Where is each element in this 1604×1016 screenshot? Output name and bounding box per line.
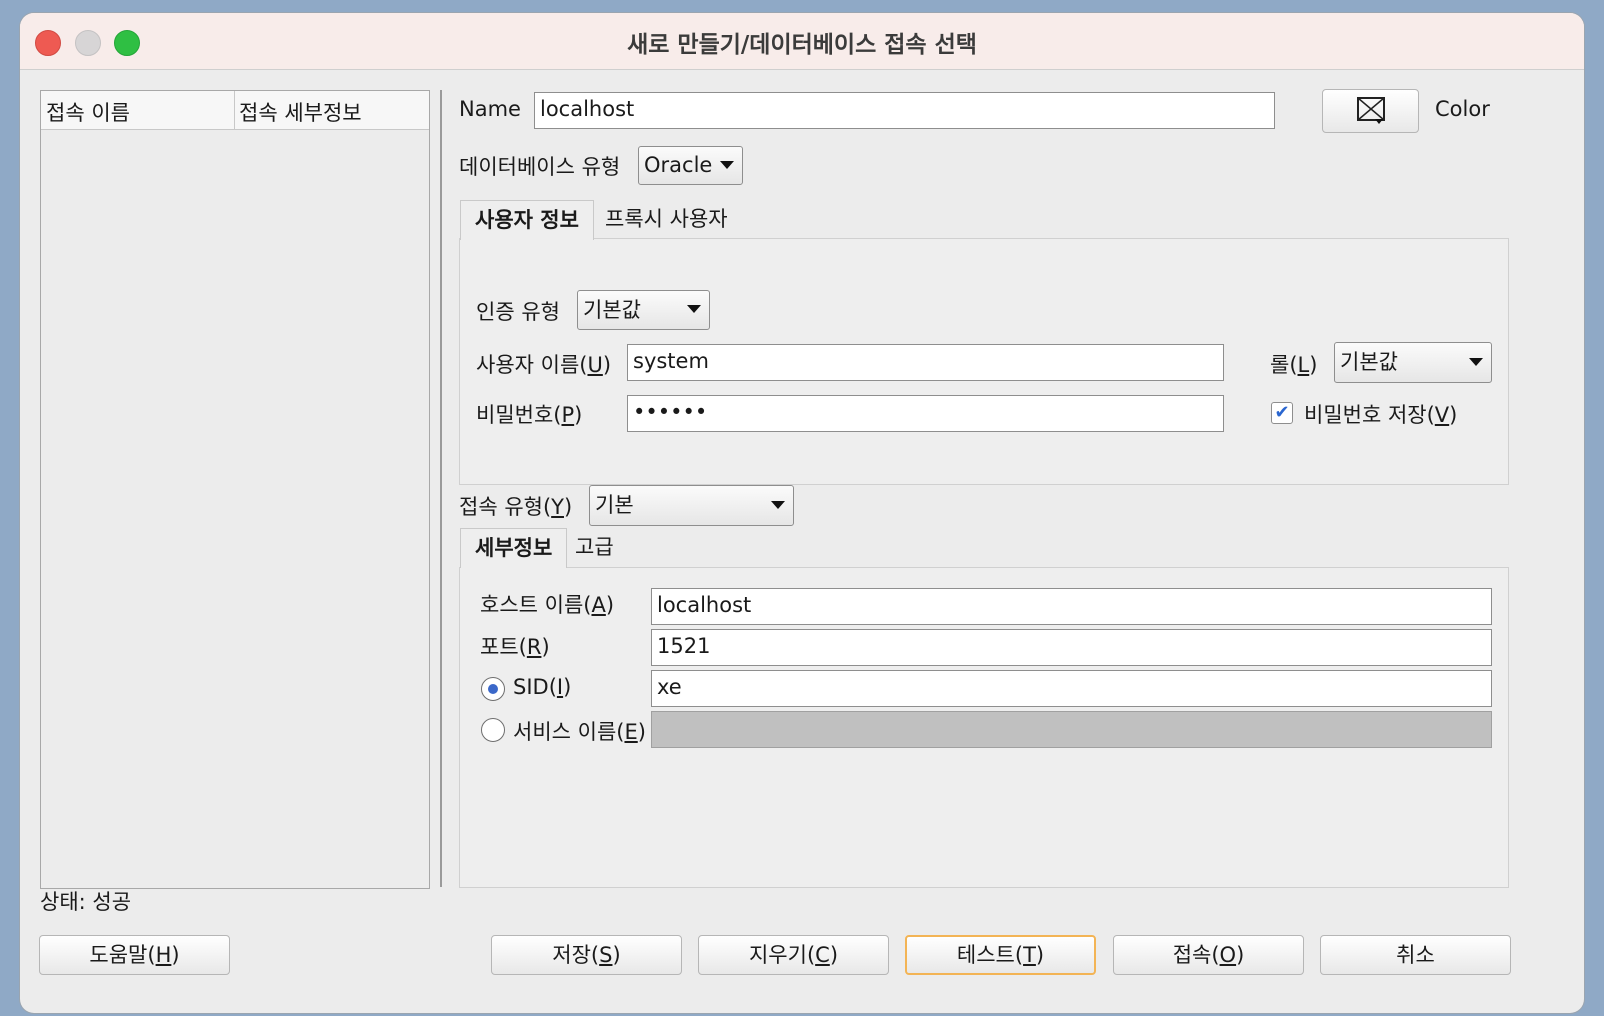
username-label: 사용자 이름(U) — [476, 353, 612, 377]
test-button[interactable]: 테스트(T) — [905, 935, 1096, 975]
sid-input[interactable]: xe — [651, 670, 1492, 707]
save-password-checkbox[interactable]: ✔ — [1271, 402, 1293, 424]
tab-proxy-user[interactable]: 프록시 사용자 — [591, 200, 742, 240]
password-label: 비밀번호(P) — [476, 403, 583, 427]
clear-button[interactable]: 지우기(C) — [698, 935, 889, 975]
chevron-down-icon — [720, 161, 734, 169]
save-password-label: 비밀번호 저장(V) — [1304, 403, 1458, 427]
host-input[interactable]: localhost — [651, 588, 1492, 625]
color-picker-icon — [1356, 97, 1385, 124]
title-bar[interactable]: 새로 만들기/데이터베이스 접속 선택 — [20, 13, 1584, 70]
port-input[interactable]: 1521 — [651, 629, 1492, 666]
color-button[interactable] — [1322, 89, 1419, 133]
dialog-window: 새로 만들기/데이터베이스 접속 선택 접속 이름 접속 세부정보 상태: 성공… — [20, 13, 1584, 1013]
column-divider[interactable] — [234, 91, 235, 129]
connection-type-label: 접속 유형(Y) — [459, 495, 573, 519]
host-label: 호스트 이름(A) — [480, 593, 615, 617]
sid-radio[interactable] — [481, 677, 505, 701]
service-name-label: 서비스 이름(E) — [513, 720, 646, 744]
cancel-button[interactable]: 취소 — [1320, 935, 1511, 975]
help-button[interactable]: 도움말(H) — [39, 935, 230, 975]
auth-type-value: 기본값 — [583, 298, 641, 322]
database-type-label: 데이터베이스 유형 — [459, 155, 621, 179]
database-type-select[interactable]: Oracle — [638, 146, 743, 185]
database-type-value: Oracle — [644, 153, 713, 177]
chevron-down-icon — [771, 501, 785, 509]
connection-list-header: 접속 이름 접속 세부정보 — [41, 91, 429, 130]
chevron-down-icon — [1469, 358, 1483, 366]
split-pane-divider[interactable] — [440, 90, 442, 887]
tab-user-info[interactable]: 사용자 정보 — [460, 200, 594, 240]
connection-type-value: 기본 — [595, 493, 634, 517]
auth-type-select[interactable]: 기본값 — [577, 290, 710, 330]
role-label: 롤(L) — [1270, 353, 1318, 377]
color-label: Color — [1435, 97, 1490, 121]
checkmark-icon: ✔ — [1274, 402, 1290, 423]
connection-type-select[interactable]: 기본 — [589, 485, 794, 526]
connect-button[interactable]: 접속(O) — [1113, 935, 1304, 975]
status-text: 상태: 성공 — [40, 890, 132, 914]
column-header-connection-details[interactable]: 접속 세부정보 — [239, 97, 362, 127]
connection-list[interactable]: 접속 이름 접속 세부정보 — [40, 90, 430, 889]
service-name-input — [651, 711, 1492, 748]
tab-advanced[interactable]: 고급 — [561, 528, 628, 568]
username-input[interactable]: system — [627, 344, 1224, 381]
chevron-down-icon — [687, 305, 701, 313]
password-input[interactable]: •••••• — [627, 395, 1224, 432]
save-button[interactable]: 저장(S) — [491, 935, 682, 975]
auth-type-label: 인증 유형 — [476, 300, 560, 324]
sid-label: SID(I) — [513, 675, 572, 699]
tab-details[interactable]: 세부정보 — [460, 528, 568, 568]
port-label: 포트(R) — [480, 635, 550, 659]
name-label: Name — [459, 97, 521, 121]
column-header-connection-name[interactable]: 접속 이름 — [46, 97, 130, 127]
role-value: 기본값 — [1340, 350, 1398, 374]
window-title: 새로 만들기/데이터베이스 접속 선택 — [627, 32, 977, 58]
name-input[interactable]: localhost — [534, 92, 1275, 129]
role-select[interactable]: 기본값 — [1334, 342, 1492, 383]
service-name-radio[interactable] — [481, 718, 505, 742]
